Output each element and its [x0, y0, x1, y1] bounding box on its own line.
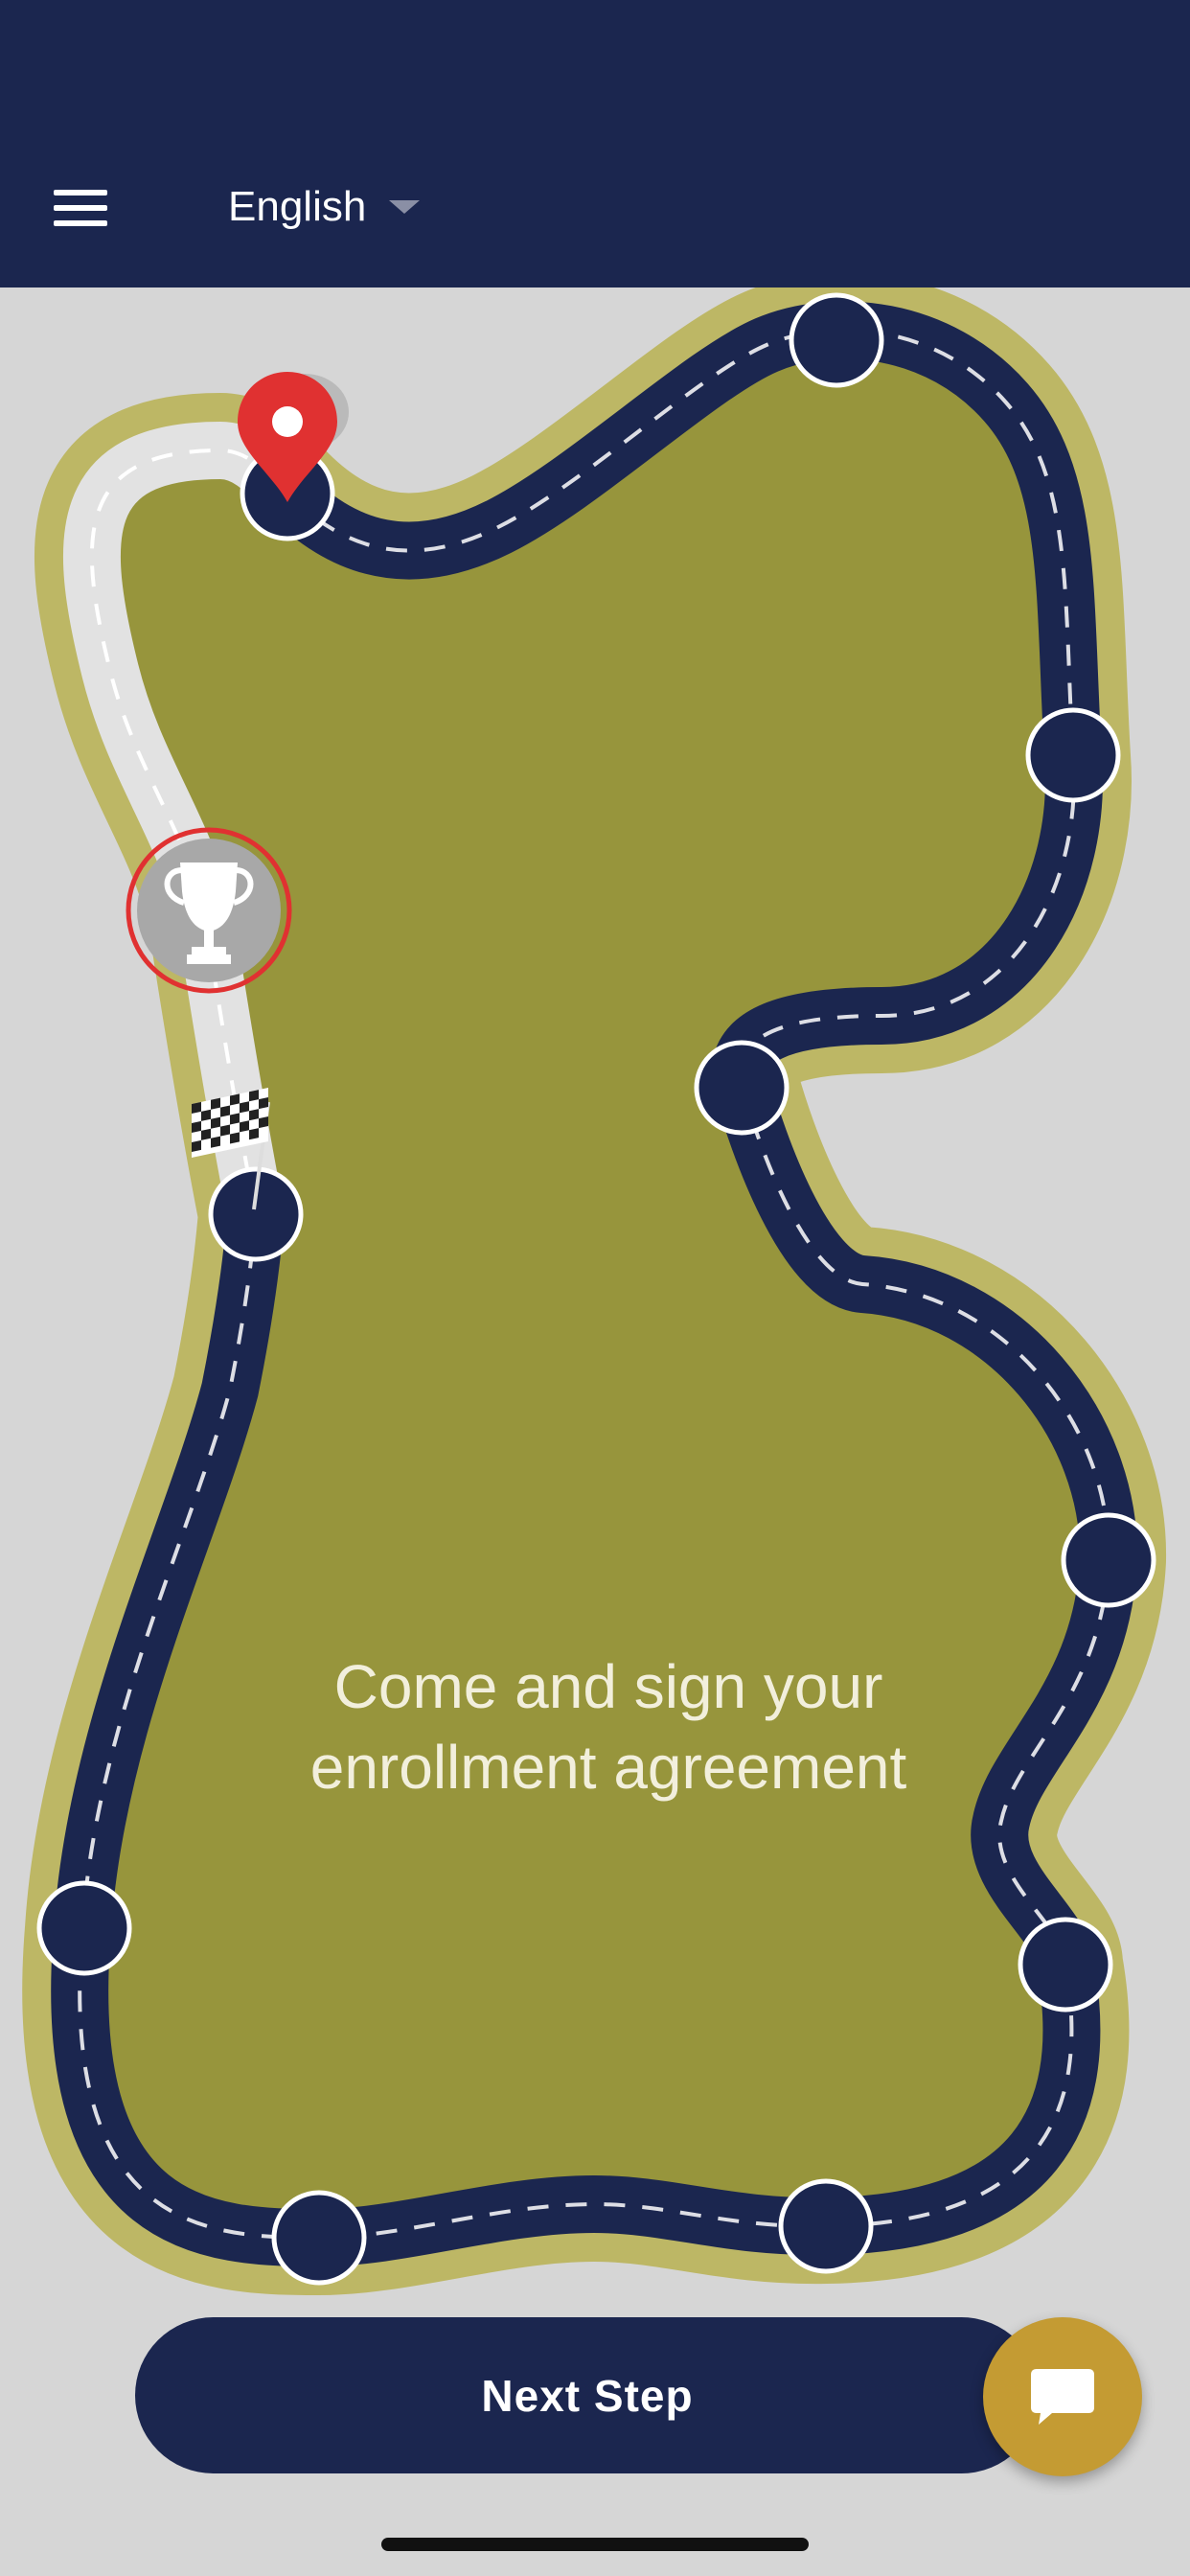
- step-node[interactable]: [1025, 707, 1121, 803]
- step-node[interactable]: [789, 292, 884, 388]
- caret-down-icon: [389, 200, 421, 214]
- progress-track: [22, 288, 1167, 2295]
- step-node[interactable]: [1018, 1917, 1113, 2012]
- hamburger-menu-icon-line: [54, 220, 107, 226]
- goal-trophy[interactable]: [126, 827, 292, 994]
- step-message-line-1: Come and sign your: [333, 1652, 883, 1721]
- hamburger-menu-icon: [54, 190, 107, 196]
- step-message: Come and sign your enrollment agreement: [201, 1646, 1016, 1807]
- home-indicator: [381, 2538, 809, 2551]
- step-node[interactable]: [1061, 1512, 1156, 1608]
- top-bar: English: [0, 0, 1190, 288]
- step-message-line-2: enrollment agreement: [309, 1733, 907, 1802]
- chat-bubble-icon: [1031, 2369, 1094, 2425]
- language-label: English: [228, 183, 367, 230]
- hamburger-menu-icon-line: [54, 205, 107, 211]
- language-selector[interactable]: English: [228, 178, 421, 236]
- step-node[interactable]: [271, 2190, 367, 2286]
- step-node[interactable]: [694, 1040, 790, 1136]
- menu-button[interactable]: [42, 182, 119, 240]
- chat-button[interactable]: [983, 2317, 1142, 2476]
- step-node[interactable]: [36, 1880, 132, 1976]
- next-step-button[interactable]: Next Step: [135, 2317, 1040, 2473]
- step-node[interactable]: [778, 2178, 874, 2274]
- next-step-label: Next Step: [481, 2370, 694, 2421]
